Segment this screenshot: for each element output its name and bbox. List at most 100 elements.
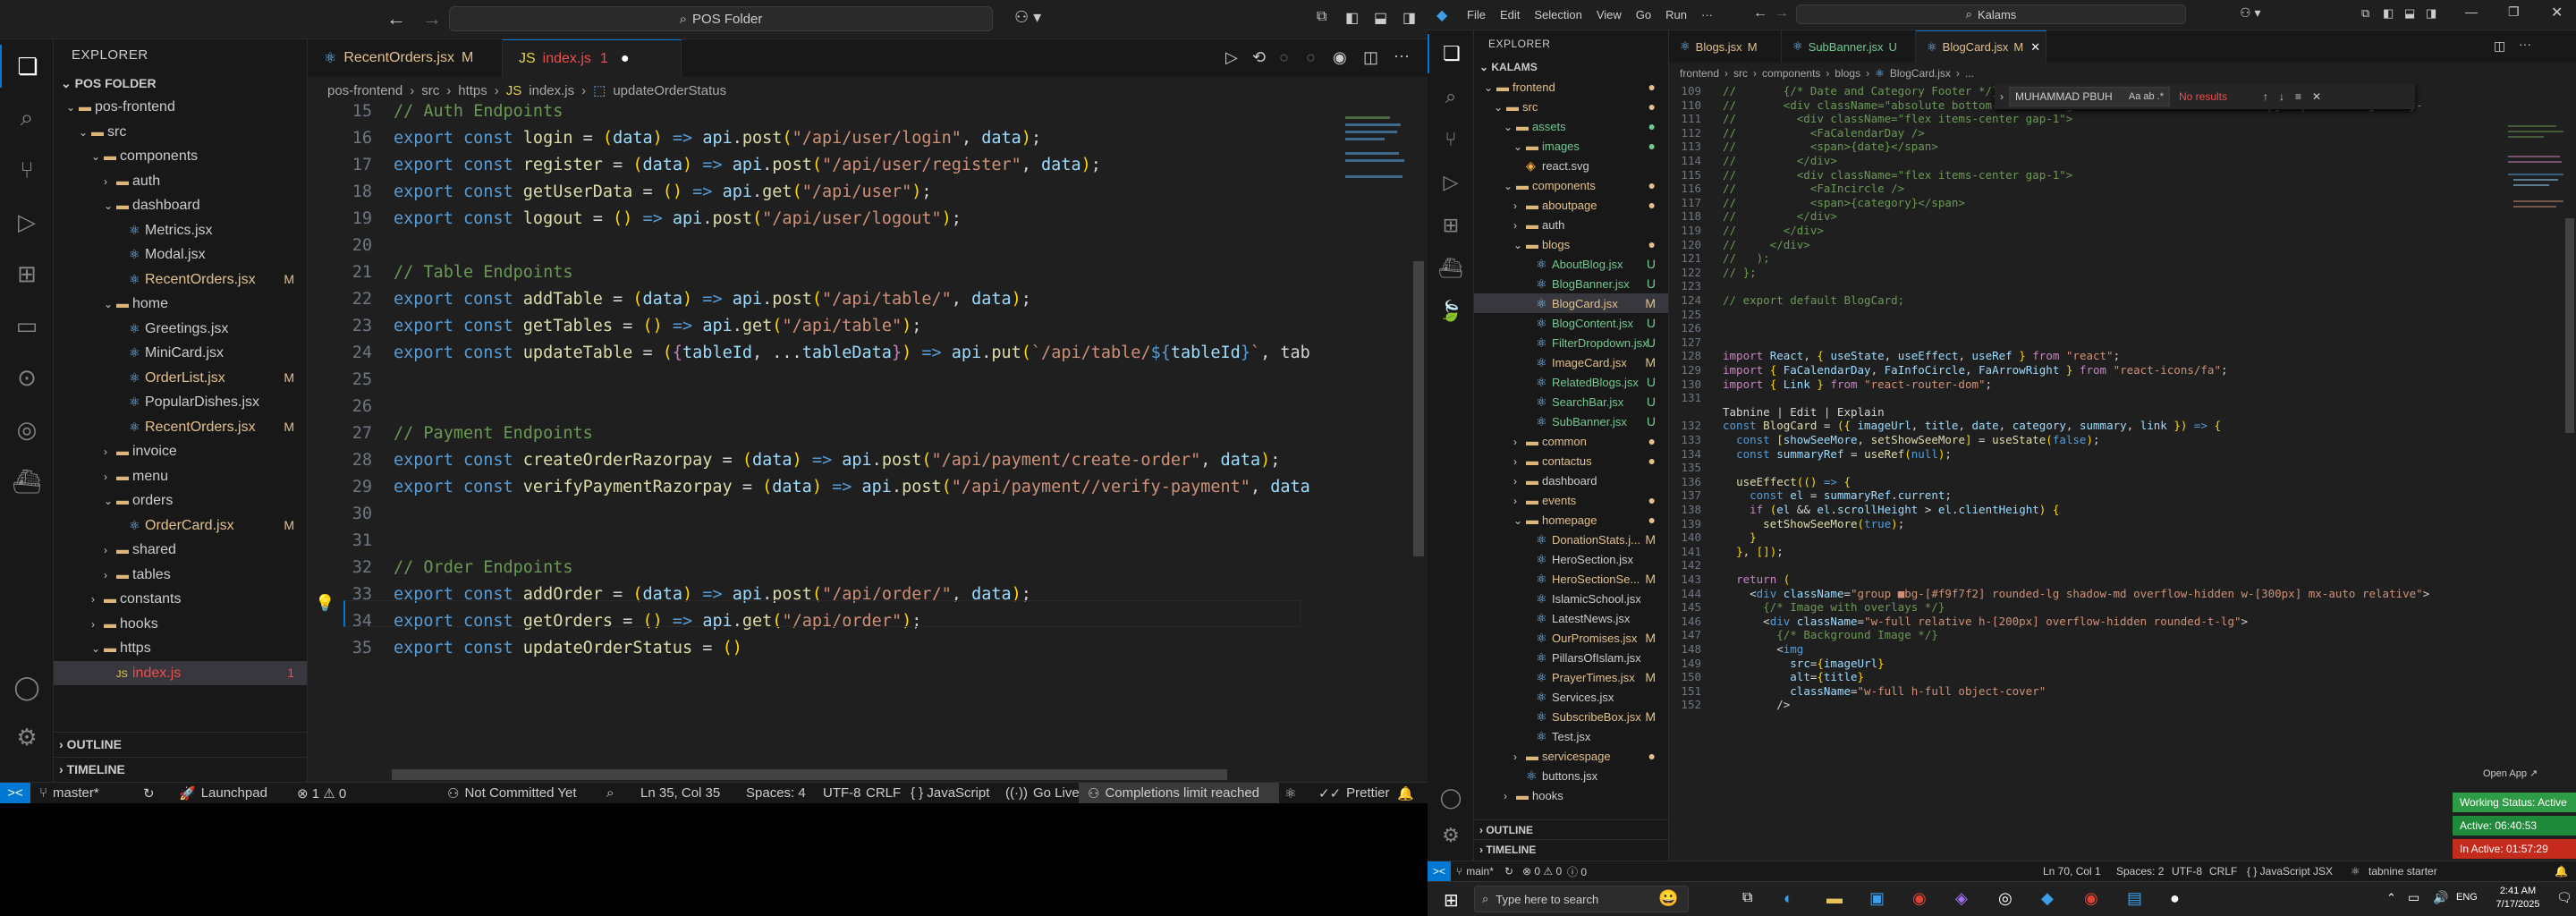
sync-button[interactable]: ↻ (1504, 861, 1513, 881)
extension-icon[interactable]: ⚛ (1284, 783, 1296, 803)
tree-item[interactable]: ⚛ BlogBanner.jsx U (1474, 274, 1668, 293)
more-actions-icon[interactable]: ··· (1394, 47, 1410, 65)
tree-item[interactable]: ⚛ Greetings.jsx (54, 317, 307, 342)
tree-item[interactable]: ⌄ ▬ https (54, 636, 307, 661)
language-indicator[interactable]: ENG (2456, 892, 2478, 903)
cursor-position[interactable]: Ln 70, Col 1 (2043, 861, 2101, 881)
tree-item[interactable]: › ▬ contactus ● (1474, 451, 1668, 471)
tree-item[interactable]: › ▬ tables (54, 563, 307, 588)
previous-change-icon[interactable]: ○ (1279, 48, 1289, 67)
git-branch[interactable]: ⑂ master* (39, 783, 99, 803)
remote-explorer-icon[interactable]: ▭ (0, 304, 54, 347)
more-actions-icon[interactable]: ··· (2519, 37, 2531, 51)
docker-icon[interactable]: ⛴ (1428, 249, 1474, 288)
breadcrumb-item[interactable]: src (1733, 67, 1748, 80)
split-editor-icon[interactable]: ◫ (1363, 48, 1378, 67)
tree-item[interactable]: ⚛ IslamicSchool.jsx (1474, 589, 1668, 608)
live-share-icon[interactable]: ◎ (0, 408, 54, 451)
cursor-position[interactable]: Ln 35, Col 35 (640, 783, 720, 803)
next-match-icon[interactable]: ↓ (2279, 90, 2284, 103)
tree-item[interactable]: ⚛ OrderList.jsx M (54, 366, 307, 391)
end-of-line[interactable]: CRLF (2209, 861, 2237, 881)
menu-file[interactable]: File (1467, 8, 1486, 21)
edge-icon[interactable]: ◐ (1784, 889, 1793, 908)
file-explorer-icon[interactable]: ▬ (1826, 889, 1843, 908)
github-icon[interactable]: ◎ (1998, 889, 2012, 908)
language-mode[interactable]: { } JavaScript (911, 783, 989, 803)
run-debug-icon[interactable]: ▷ (0, 200, 54, 243)
vscode-icon[interactable]: ◆ (2041, 889, 2054, 908)
tree-item[interactable]: › ▬ hooks (1474, 785, 1668, 805)
forward-arrow-icon[interactable]: → (422, 7, 442, 30)
horizontal-scrollbar[interactable] (392, 769, 1227, 780)
breadcrumb-item[interactable]: updateOrderStatus (613, 83, 726, 98)
breadcrumb-item[interactable]: pos-frontend (327, 83, 402, 98)
extensions-icon[interactable]: ⊞ (0, 252, 54, 295)
tree-item[interactable]: › ▬ dashboard (1474, 471, 1668, 490)
tree-item[interactable]: ⚛ Metrics.jsx (54, 218, 307, 243)
tabnine-status[interactable]: tabnine starter (2368, 861, 2437, 881)
tree-item[interactable]: › ▬ auth (1474, 215, 1668, 234)
tree-item[interactable]: ⚛ SearchBar.jsx U (1474, 392, 1668, 411)
tree-item[interactable]: ⚛ PrayerTimes.jsx M (1474, 667, 1668, 687)
notification-center-icon[interactable]: 🗨 (2556, 890, 2572, 905)
gitlens-icon[interactable]: ⊙ (0, 356, 54, 399)
task-view-icon[interactable]: ⧉ (1742, 890, 1752, 906)
open-changes-icon[interactable]: ⟲ (1252, 48, 1266, 67)
vertical-scrollbar[interactable] (2565, 218, 2574, 433)
tree-item[interactable]: ⌄ ▬ assets ● (1474, 116, 1668, 136)
back-arrow-icon[interactable]: ← (1753, 5, 1767, 21)
menu-edit[interactable]: Edit (1500, 8, 1520, 21)
settings-gear-icon[interactable]: ⚙ (0, 716, 54, 759)
toggle-panel-icon[interactable]: ⬓ (1374, 9, 1387, 27)
taskbar-search[interactable]: ⌕ Type here to search (1474, 886, 1689, 912)
tree-item[interactable]: ⚛ DonationStats.j... M (1474, 530, 1668, 549)
git-branch[interactable]: ⑂ main* (1456, 861, 1494, 881)
tree-item[interactable]: ⌄ ▬ blogs ● (1474, 234, 1668, 254)
tree-item[interactable]: ⚛ BlogContent.jsx U (1474, 313, 1668, 333)
copilot-icon[interactable]: ⚇ ▾ (2240, 5, 2260, 21)
tree-item[interactable]: ⚛ PillarsOfIslam.jsx (1474, 648, 1668, 667)
tree-item[interactable]: › ▬ shared (54, 538, 307, 563)
tree-item[interactable]: ⚛ RecentOrders.jsx M (54, 267, 307, 293)
menu-go[interactable]: Go (1636, 8, 1651, 21)
tree-item[interactable]: ⚛ buttons.jsx (1474, 766, 1668, 785)
tree-item[interactable]: › ▬ invoice (54, 439, 307, 464)
tree-item[interactable]: ⚛ SubscribeBox.jsx M (1474, 707, 1668, 726)
extension-icon[interactable]: ⚛ (2351, 861, 2360, 881)
breadcrumb-item[interactable]: components (1762, 67, 1820, 80)
find-input[interactable]: MUHAMMAD PBUH Aa ab .* (2009, 87, 2170, 106)
close-find-icon[interactable]: ✕ (2312, 90, 2321, 103)
outline-section[interactable]: › OUTLINE (54, 732, 307, 755)
toggle-panel-icon[interactable]: ⬓ (2404, 6, 2415, 21)
tree-item[interactable]: ⚛ AboutBlog.jsx U (1474, 254, 1668, 274)
tab-recentorders[interactable]: ⚛ RecentOrders.jsx M (308, 39, 503, 77)
tree-item[interactable]: JS index.js 1 (54, 660, 307, 685)
search-view-icon[interactable]: ⌕ (1428, 77, 1474, 116)
settings-gear-icon[interactable]: ⚙ (1428, 816, 1474, 855)
tree-item[interactable]: ⌄ ▬ components ● (1474, 175, 1668, 195)
run-debug-icon[interactable]: ▷ (1428, 163, 1474, 202)
tree-item[interactable]: ⚛ HeroSection.jsx (1474, 549, 1668, 569)
chevron-right-icon[interactable]: › (2000, 90, 2004, 103)
tree-item[interactable]: ⚛ Test.jsx (1474, 726, 1668, 746)
tree-item[interactable]: ⚛ PopularDishes.jsx (54, 390, 307, 415)
tree-item[interactable]: ⌄ ▬ frontend ● (1474, 77, 1668, 97)
tree-item[interactable]: ⚛ SubBanner.jsx U (1474, 411, 1668, 431)
info-indicator[interactable]: ⓘ 0 (1567, 861, 1587, 881)
menu-run[interactable]: Run (1665, 8, 1687, 21)
extensions-icon[interactable]: ⊞ (1428, 206, 1474, 245)
breadcrumb-item[interactable]: ... (1965, 67, 1974, 80)
tree-item[interactable]: ⚛ ImageCard.jsx M (1474, 352, 1668, 372)
tree-item[interactable]: ⌄ ▬ components (54, 144, 307, 169)
problems-indicator[interactable]: ⊗ 0 ⚠ 0 (1522, 861, 1562, 881)
tree-item[interactable]: ⚛ RecentOrders.jsx M (54, 415, 307, 440)
code-editor[interactable]: 15 // Auth Endpoints 16 export const login … (308, 104, 1428, 782)
go-live-button[interactable]: ((·)) Go Live (1005, 783, 1080, 803)
restore-icon[interactable]: ❐ (2508, 4, 2520, 20)
timeline-section[interactable]: › TIMELINE (54, 757, 307, 780)
tree-item[interactable]: ⚛ HeroSectionSe... M (1474, 569, 1668, 589)
notifications-bell-icon[interactable]: 🔔 (2555, 861, 2568, 881)
tree-item[interactable]: ⌄ ▬ homepage ● (1474, 510, 1668, 530)
chrome-icon[interactable]: ◉ (1912, 889, 1927, 908)
